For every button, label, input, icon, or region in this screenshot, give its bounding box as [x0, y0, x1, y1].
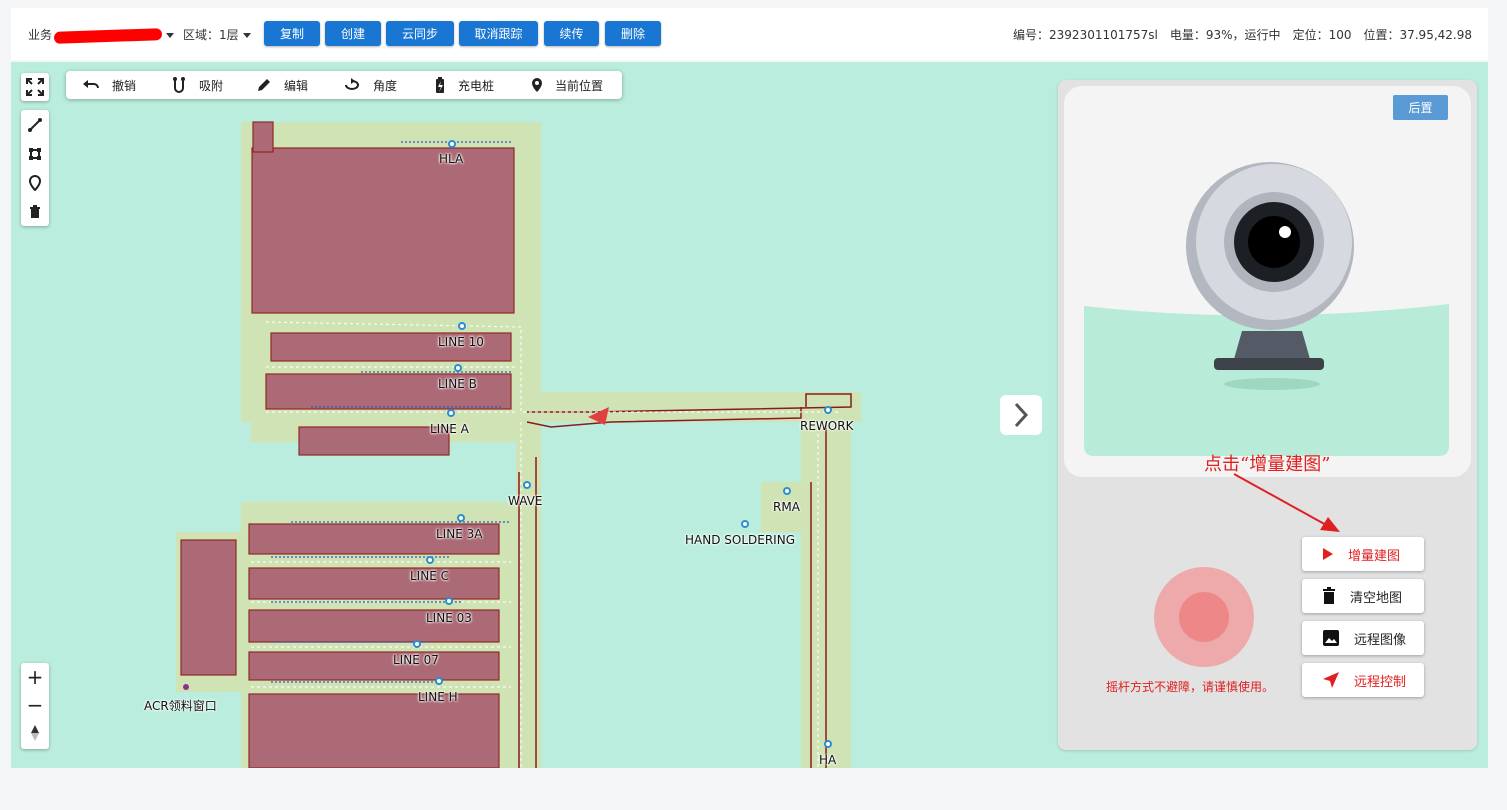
- delete-shape-button[interactable]: [21, 197, 49, 226]
- undo-icon: [83, 80, 99, 89]
- resume-upload-button[interactable]: 续传: [544, 21, 599, 46]
- charger-tool[interactable]: 充电桩: [434, 71, 494, 99]
- delete-button[interactable]: 删除: [605, 21, 661, 46]
- navigation-arrow-icon: [1323, 672, 1339, 688]
- snap-icon: [173, 77, 185, 93]
- map-label: LINE B: [438, 377, 477, 391]
- edit-tool[interactable]: 编辑: [256, 71, 308, 99]
- incremental-mapping-button[interactable]: 增量建图: [1302, 537, 1424, 571]
- joystick-warning: 摇杆方式不避障，请谨慎使用。: [1106, 680, 1275, 694]
- line-icon: [28, 117, 42, 132]
- map-label: ACR领料窗口: [144, 699, 217, 713]
- zoom-in-button[interactable]: +: [21, 663, 49, 691]
- expand-panel-button[interactable]: [1000, 395, 1042, 435]
- remote-control-button[interactable]: 远程控制: [1302, 663, 1424, 697]
- fullscreen-button[interactable]: [21, 73, 49, 101]
- map-label: HA: [819, 753, 837, 767]
- map-canvas[interactable]: HLA LINE 10 LINE B LINE A REWORK WAVE RM…: [11, 62, 1488, 768]
- business-select[interactable]: 业务: [28, 26, 178, 44]
- map-label: LINE 03: [426, 611, 472, 625]
- remote-image-button[interactable]: 远程图像: [1302, 621, 1424, 655]
- map-label: LINE 07: [393, 653, 439, 667]
- zoom-control: + −: [21, 663, 49, 749]
- fullscreen-icon: [26, 78, 44, 96]
- battery-status: 电量：93%，运行中: [1169, 28, 1281, 42]
- clear-map-button[interactable]: 清空地图: [1302, 579, 1424, 613]
- robot-status: 编号：2392301101757sl 电量：93%，运行中 定位：100 位置：37.…: [1001, 26, 1472, 43]
- marker-icon: [28, 174, 42, 191]
- webcam-illustration: [1084, 162, 1449, 456]
- add-point-button[interactable]: [21, 168, 49, 197]
- map-label: LINE H: [418, 690, 458, 704]
- top-bar: 业务 区域：1层 复制 创建 云同步 取消跟踪 续传 删除 编号：2392301…: [11, 8, 1488, 60]
- chevron-down-icon: [166, 33, 175, 38]
- robot-control-panel: 后置 点击“增量建图” 增量建图 清空地图 远程图像 远程控制 摇杆方式不避障，…: [1058, 80, 1477, 750]
- snap-tool[interactable]: 吸附: [171, 71, 223, 99]
- serial-number: 编号：2392301101757sl: [1013, 28, 1158, 42]
- map-label: LINE 10: [438, 335, 484, 349]
- battery-charging-icon: [436, 77, 444, 93]
- chevron-down-icon: [242, 33, 251, 38]
- play-icon: [1323, 548, 1333, 560]
- compass-icon: [31, 725, 39, 741]
- polygon-icon: [29, 147, 41, 160]
- redacted-mark: [53, 27, 163, 44]
- pencil-icon: [258, 79, 270, 91]
- map-label: LINE A: [430, 422, 469, 436]
- locate-value: 定位：100: [1292, 28, 1352, 42]
- location-pin-icon: [532, 78, 542, 92]
- undo-tool[interactable]: 撤销: [82, 71, 136, 99]
- joystick-knob[interactable]: [1179, 592, 1229, 642]
- position-value: 位置：37.95,42.98: [1363, 28, 1472, 42]
- copy-button[interactable]: 复制: [264, 21, 320, 46]
- zoom-out-button[interactable]: −: [21, 691, 49, 719]
- draw-tools: [21, 110, 49, 226]
- trash-icon: [1323, 587, 1335, 604]
- draw-line-button[interactable]: [21, 110, 49, 139]
- map-label: HLA: [439, 152, 464, 166]
- map-label: RMA: [773, 500, 800, 514]
- map-label: WAVE: [508, 494, 543, 508]
- joystick[interactable]: [1154, 567, 1254, 667]
- draw-area-button[interactable]: [21, 139, 49, 168]
- map-label: REWORK: [800, 419, 854, 433]
- map-label: LINE C: [410, 569, 449, 583]
- chevron-right-icon: [1014, 402, 1029, 428]
- angle-tool[interactable]: 角度: [343, 71, 397, 99]
- compass-button[interactable]: [21, 719, 49, 747]
- image-icon: [1323, 630, 1339, 646]
- current-position-tool[interactable]: 当前位置: [531, 71, 603, 99]
- region-select[interactable]: 区域：1层: [183, 26, 255, 43]
- rotate-icon: [345, 78, 359, 90]
- map-label: LINE 3A: [436, 527, 483, 541]
- annotation-arrow: [1233, 473, 1340, 532]
- cancel-tracking-button[interactable]: 取消跟踪: [459, 21, 538, 46]
- map-label: HAND SOLDERING: [685, 533, 795, 547]
- create-button[interactable]: 创建: [325, 21, 381, 46]
- cloud-sync-button[interactable]: 云同步: [386, 21, 454, 46]
- map-edit-toolbar: 撤销 吸附 编辑 角度 充电桩 当前位置: [66, 71, 622, 99]
- camera-view: 后置 点击“增量建图”: [1064, 86, 1471, 477]
- trash-icon: [30, 204, 40, 218]
